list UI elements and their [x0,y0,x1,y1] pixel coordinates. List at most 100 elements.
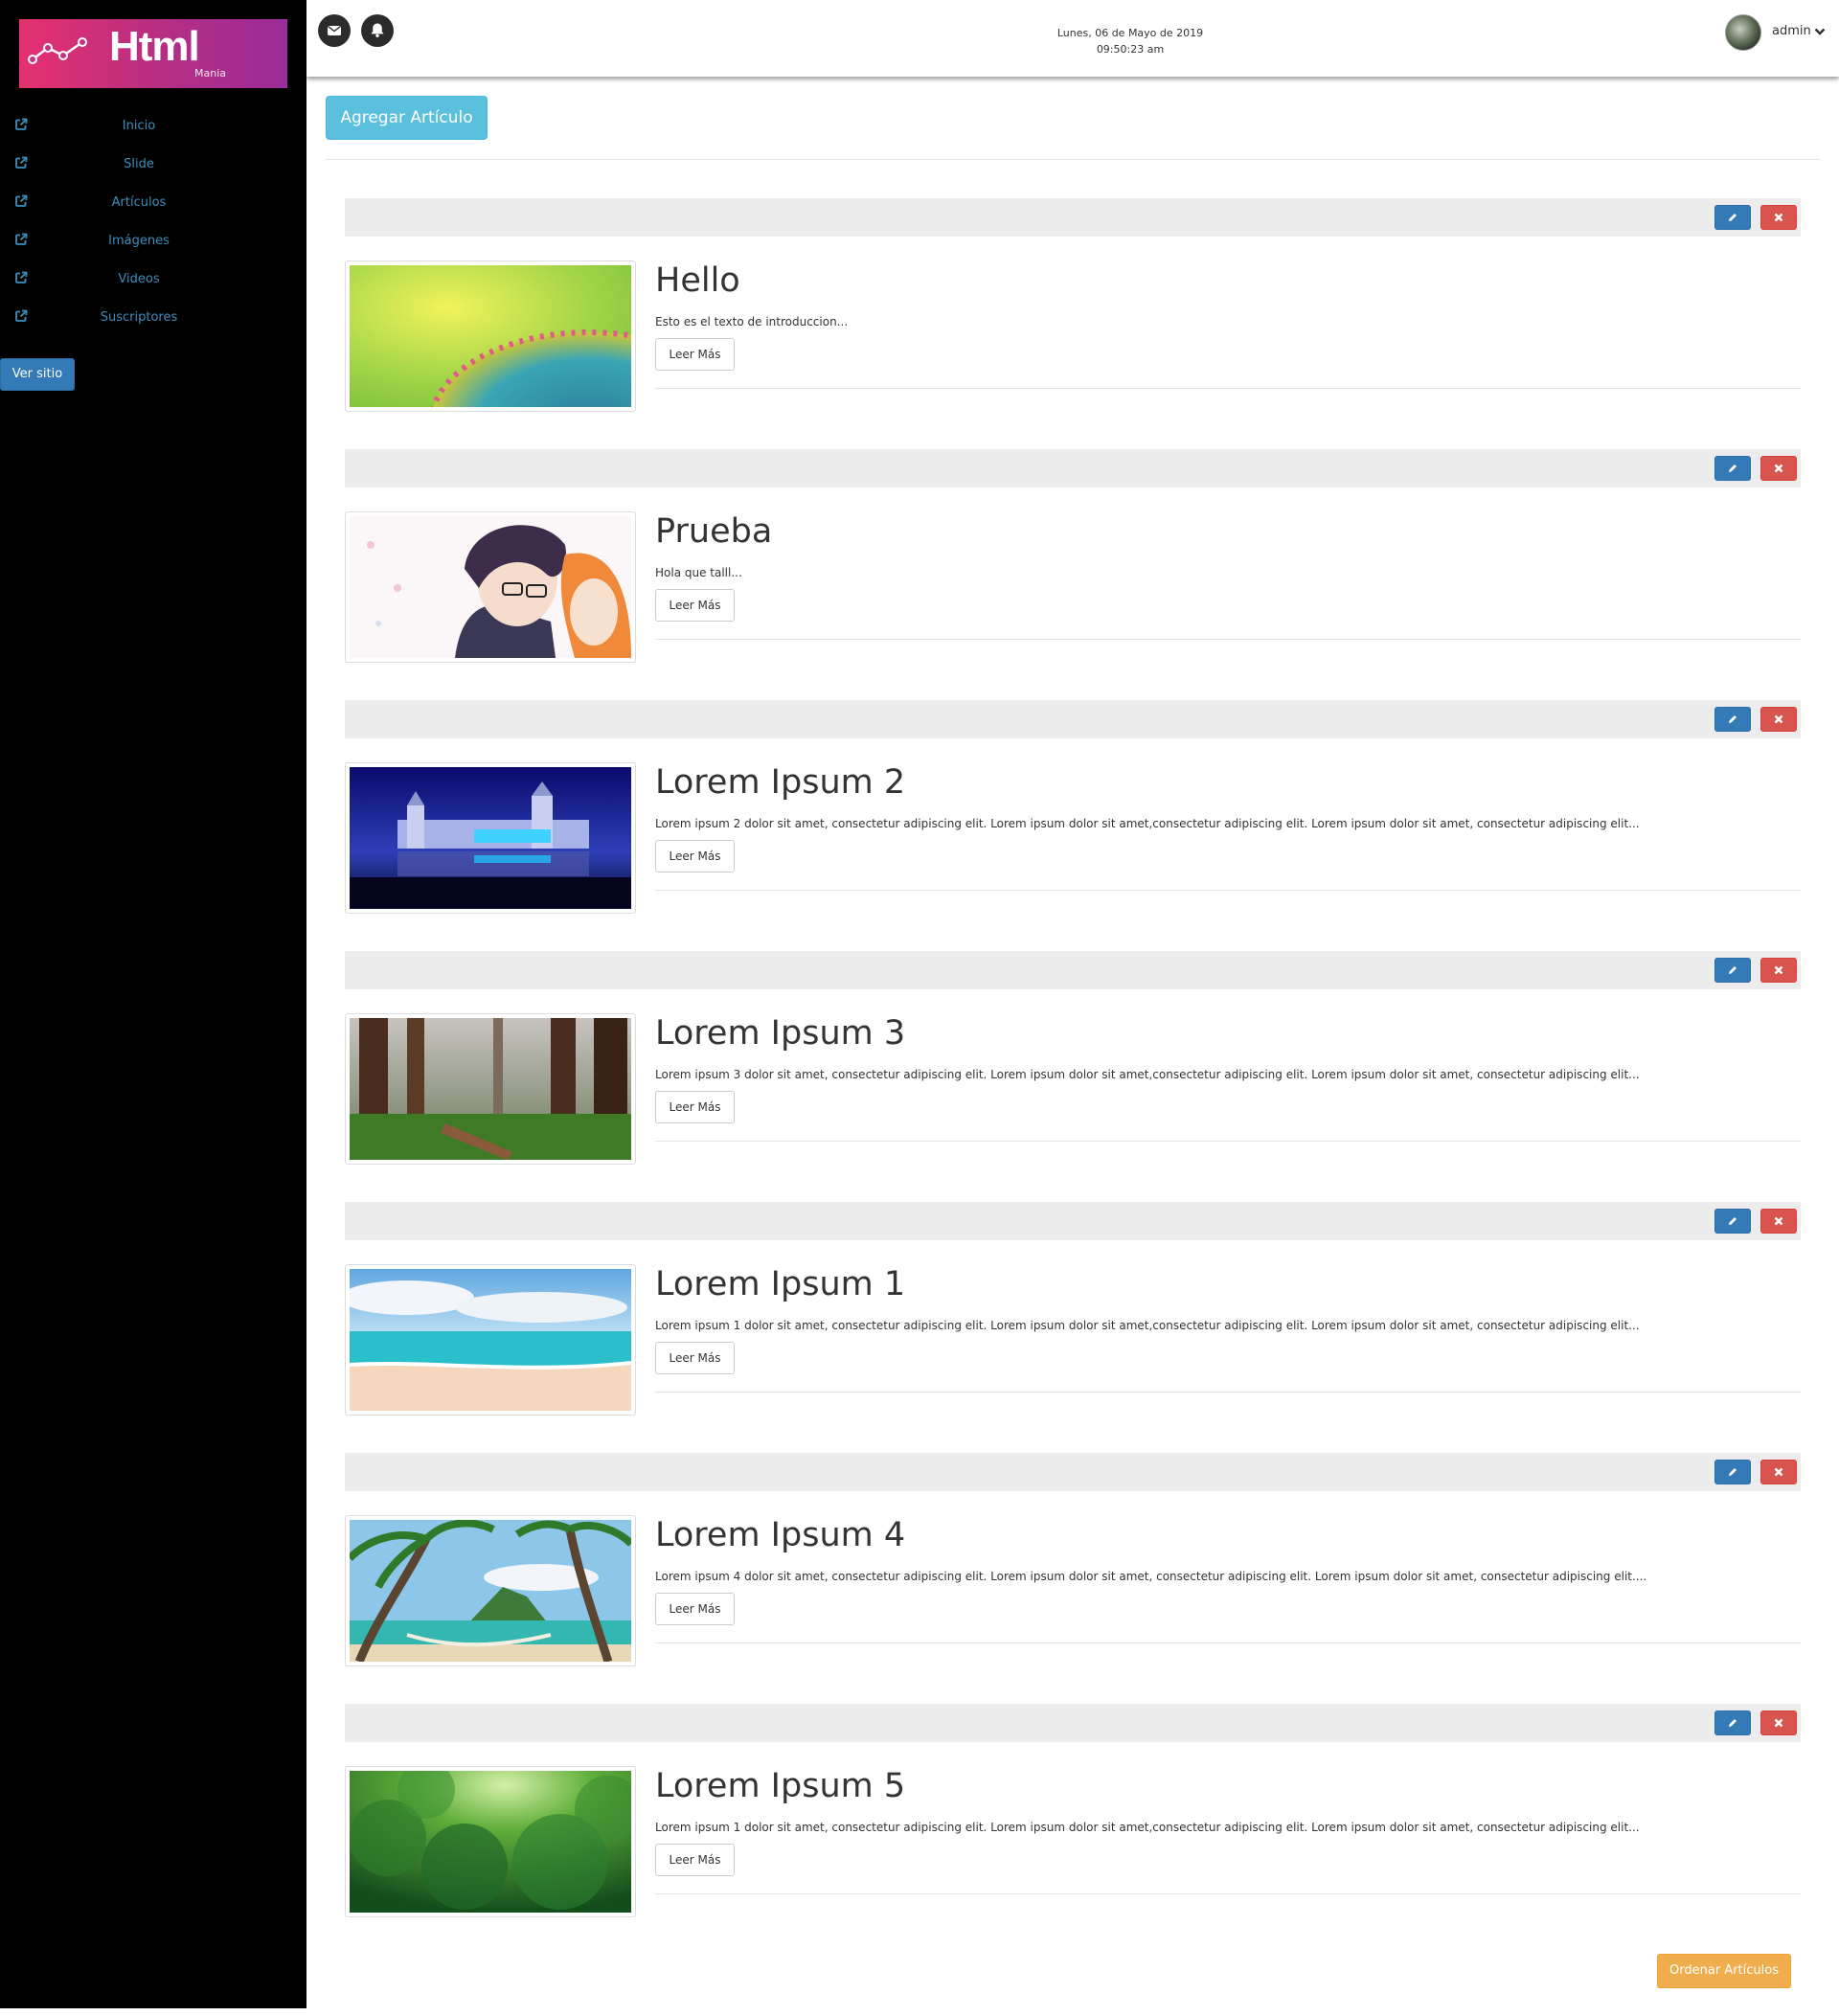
top-navbar: Lunes, 06 de Mayo de 2019 09:50:23 am ad… [306,0,1839,77]
edit-article-button[interactable] [1714,1460,1751,1484]
notifications-button[interactable] [361,14,394,47]
read-more-button[interactable]: Leer Más [655,1593,735,1625]
divider [655,1392,1801,1393]
read-more-button[interactable]: Leer Más [655,1342,735,1374]
read-more-button[interactable]: Leer Más [655,840,735,872]
article-thumbnail [340,1264,636,1416]
divider [655,388,1801,389]
current-time: 09:50:23 am [1096,43,1165,56]
divider [655,1141,1801,1142]
article-image [350,516,631,658]
sidebar: Html Mania Inicio Slide Artículos Imágenes V… [0,0,306,2008]
article-toolbar [345,198,1801,237]
messages-button[interactable] [318,14,351,47]
read-more-button[interactable]: Leer Más [655,589,735,622]
article-item: Lorem Ipsum 1 Lorem ipsum 1 dolor sit ame… [340,1202,1801,1453]
delete-article-button[interactable] [1760,1710,1797,1735]
sidebar-item-label: Inicio [122,119,156,133]
article-intro: Lorem ipsum 4 dolor sit amet, consectetu… [655,1570,1647,1583]
order-articles-button[interactable]: Ordenar Artículos [1657,1954,1791,1988]
article-thumbnail [345,762,636,914]
sidebar-item-articulos[interactable]: Artículos [0,184,306,222]
divider [655,1893,1801,1894]
article-item: Prueba Hola que talll... Leer Más [345,449,1801,700]
article-thumbnail [345,1761,642,1917]
divider [655,1642,1801,1643]
article-toolbar [345,951,1801,989]
logo[interactable]: Html Mania [19,19,287,88]
envelope-icon [328,25,341,35]
article-title: Hello [655,261,740,300]
article-image [350,1761,642,1913]
edit-article-button[interactable] [1714,205,1751,230]
article-intro: Esto es el texto de introduccion... [655,315,849,328]
sidebar-item-inicio[interactable]: Inicio [0,107,306,146]
sidebar-item-label: Imágenes [108,234,170,248]
article-item: Lorem Ipsum 3 Lorem ipsum 3 dolor sit ame… [345,951,1801,1202]
sidebar-item-imagenes[interactable]: Imágenes [0,222,306,260]
article-title: Lorem Ipsum 3 [655,1014,906,1053]
sidebar-item-slide[interactable]: Slide [0,146,306,184]
article-intro: Lorem ipsum 3 dolor sit amet, consectetu… [655,1068,1640,1081]
sidebar-item-suscriptores[interactable]: Suscriptores [0,299,306,337]
external-link-icon [13,155,29,170]
article-image [347,1519,634,1664]
article-toolbar [345,449,1801,487]
article-intro: Lorem ipsum 1 dolor sit amet, consectetu… [655,1319,1640,1332]
article-image [350,767,631,909]
article-title: Lorem Ipsum 2 [655,763,906,802]
article-thumbnail [345,260,750,517]
main-content: Agregar Artículo Hello Esto es el texto d… [306,77,1839,2016]
divider [655,890,1801,891]
chevron-down-icon[interactable] [1814,27,1826,36]
edit-article-button[interactable] [1714,1710,1751,1735]
article-image [340,1269,632,1411]
logo-title: Html [109,23,200,70]
delete-article-button[interactable] [1760,958,1797,983]
divider [326,159,1820,160]
delete-article-button[interactable] [1760,205,1797,230]
article-title: Lorem Ipsum 4 [655,1516,906,1554]
article-intro: Hola que talll... [655,566,742,579]
external-link-icon [13,193,29,209]
user-name[interactable]: admin [1772,24,1811,38]
article-thumbnail [345,1515,636,1666]
divider [655,639,1801,640]
delete-article-button[interactable] [1760,1460,1797,1484]
article-thumbnail [345,511,636,663]
article-image [350,1018,631,1160]
article-title: Lorem Ipsum 1 [655,1265,906,1303]
read-more-button[interactable]: Leer Más [655,1091,735,1123]
delete-article-button[interactable] [1760,456,1797,481]
external-link-icon [13,117,29,132]
external-link-icon [13,270,29,285]
article-toolbar [345,700,1801,738]
sidebar-item-label: Videos [118,272,160,286]
bell-icon [371,23,384,37]
edit-article-button[interactable] [1714,456,1751,481]
avatar[interactable] [1725,14,1761,51]
ver-sitio-button[interactable]: Ver sitio [0,358,75,391]
read-more-button[interactable]: Leer Más [655,1844,735,1876]
edit-article-button[interactable] [1714,707,1751,732]
add-article-button[interactable]: Agregar Artículo [326,96,488,140]
edit-article-button[interactable] [1714,1209,1751,1234]
article-image [350,265,750,517]
article-toolbar [345,1453,1801,1491]
current-date: Lunes, 06 de Mayo de 2019 [1056,27,1204,39]
edit-article-button[interactable] [1714,958,1751,983]
logo-subtitle: Mania [194,67,226,79]
read-more-button[interactable]: Leer Más [655,338,735,371]
article-item: Lorem Ipsum 5 Lorem ipsum 1 dolor sit ame… [345,1704,1801,1955]
article-title: Lorem Ipsum 5 [655,1767,906,1805]
line-graph-icon [28,37,87,64]
sidebar-item-label: Artículos [111,195,167,210]
article-item: Lorem Ipsum 4 Lorem ipsum 4 dolor sit ame… [345,1453,1801,1704]
article-thumbnail [345,1013,636,1165]
sidebar-item-videos[interactable]: Videos [0,260,306,299]
article-toolbar [345,1704,1801,1742]
delete-article-button[interactable] [1760,1209,1797,1234]
article-toolbar [345,1202,1801,1240]
delete-article-button[interactable] [1760,707,1797,732]
sidebar-item-label: Suscriptores [100,310,178,325]
